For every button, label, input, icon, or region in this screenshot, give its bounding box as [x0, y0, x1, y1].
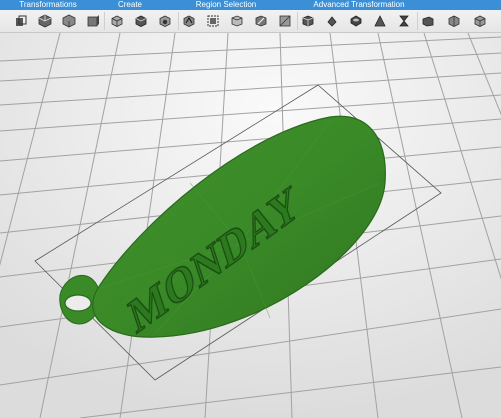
- hollow-icon: [350, 15, 362, 26]
- invert-selection-icon: [302, 15, 314, 26]
- tool-button-split[interactable]: [472, 12, 488, 29]
- tool-button-select-all[interactable]: [205, 12, 221, 29]
- tool-button-hollow[interactable]: [348, 12, 364, 29]
- toolbar-separator: [178, 12, 179, 30]
- tool-button-taper[interactable]: [446, 12, 462, 29]
- category-advanced-transformation: Advanced Transformation: [304, 0, 414, 10]
- taper-icon: [448, 15, 460, 27]
- smooth-icon: [374, 14, 386, 26]
- tool-button-invert-selection[interactable]: [300, 12, 316, 29]
- category-create: Create: [108, 0, 152, 10]
- tool-button-mirror[interactable]: [85, 12, 101, 29]
- move-icon: [16, 15, 27, 26]
- tool-button-bend[interactable]: [420, 12, 436, 29]
- select-all-icon: [207, 15, 219, 26]
- tool-button-lasso-select[interactable]: [277, 12, 293, 29]
- brush-select-icon: [255, 15, 267, 26]
- toolbar-separator: [297, 12, 298, 30]
- cylinder-primitive-icon: [135, 15, 147, 27]
- extrude-icon: [327, 15, 337, 27]
- tool-button-cylinder[interactable]: [133, 12, 149, 29]
- select-faces-icon: [231, 15, 243, 26]
- box-primitive-icon: [111, 15, 123, 27]
- sphere-primitive-icon: [159, 15, 171, 27]
- toolbar-separator: [104, 12, 105, 30]
- tool-button-scale[interactable]: [61, 12, 77, 29]
- tool-button-extrude[interactable]: [324, 12, 340, 29]
- category-transformations: Transformations: [8, 0, 88, 10]
- toolbar: Transformations Create Region Selection …: [0, 0, 501, 33]
- tool-button-sphere[interactable]: [157, 12, 173, 29]
- viewport-canvas[interactable]: MONDAY: [0, 33, 501, 418]
- bend-icon: [422, 16, 434, 26]
- split-icon: [474, 15, 486, 27]
- toolbar-separator: [417, 12, 418, 30]
- tool-button-cone[interactable]: [181, 12, 197, 29]
- 3d-viewport[interactable]: MONDAY: [0, 33, 501, 418]
- category-region-selection: Region Selection: [188, 0, 264, 10]
- tool-button-move[interactable]: [13, 12, 29, 29]
- tool-button-brush-select[interactable]: [253, 12, 269, 29]
- tool-button-box[interactable]: [109, 12, 125, 29]
- tool-button-smooth[interactable]: [372, 12, 388, 29]
- cone-primitive-icon: [183, 15, 195, 27]
- tool-button-select-faces[interactable]: [229, 12, 245, 29]
- mirror-icon: [87, 14, 99, 26]
- lasso-select-icon: [279, 15, 291, 26]
- tool-button-rotate[interactable]: [37, 12, 53, 29]
- tool-button-twist[interactable]: [396, 12, 412, 29]
- twist-icon: [399, 15, 409, 26]
- rotate-icon: [38, 14, 52, 27]
- scale-icon: [62, 14, 76, 27]
